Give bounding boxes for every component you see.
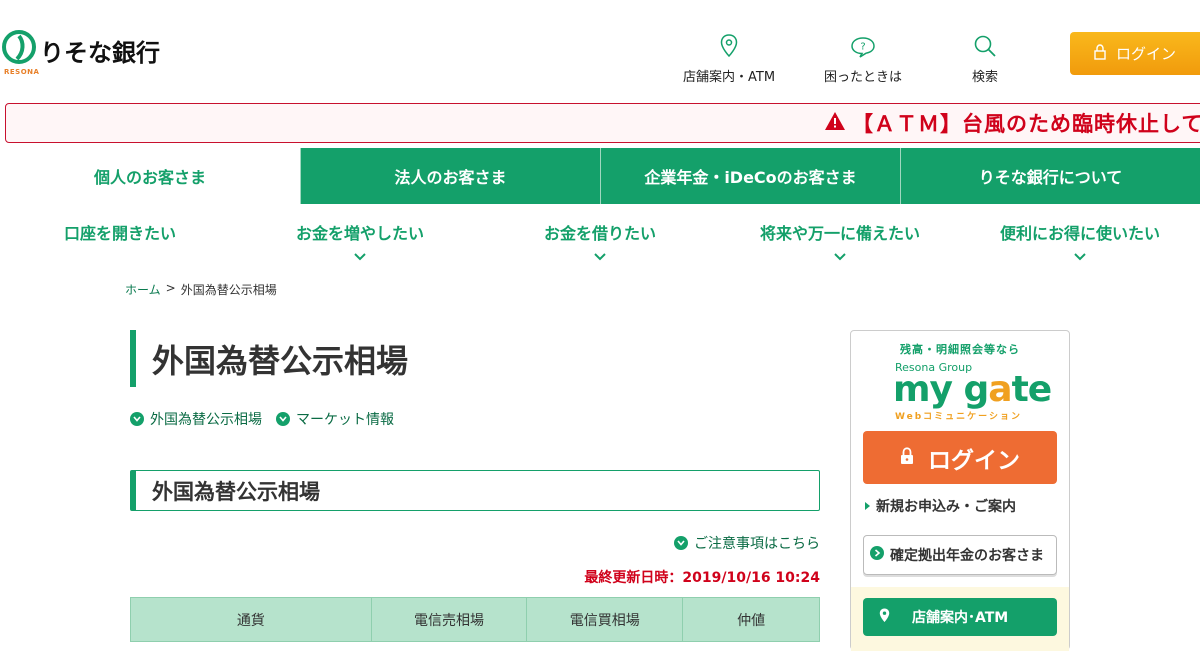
subnav-label: 将来や万一に備えたい [759, 224, 921, 243]
mygate-logo: my gate [893, 369, 1052, 410]
subnav-label: お金を増やしたい [295, 224, 425, 243]
subnav-convenient-use[interactable]: 便利にお得に使いたい [1000, 220, 1160, 265]
mygate-login-button[interactable]: ログイン [863, 431, 1057, 484]
page-title: 外国為替公示相場 [130, 330, 408, 387]
subnav-label: 便利にお得に使いたい [999, 224, 1161, 243]
header-nav-label: 困ったときは [824, 70, 903, 85]
breadcrumb-separator: > [165, 281, 176, 295]
subnav-borrow-money[interactable]: お金を借りたい [544, 220, 656, 265]
sidebar-store-atm-button[interactable]: 店舗案内･ATM [863, 598, 1057, 636]
notice-link[interactable]: ご注意事項はこちら [674, 533, 820, 553]
breadcrumb-current: 外国為替公示相場 [180, 283, 277, 297]
column-header-mid: 仲値 [682, 597, 820, 642]
column-header-ttb: 電信買相場 [526, 597, 684, 642]
chevron-down-icon [1074, 246, 1086, 265]
header-nav-label: 検索 [972, 70, 999, 85]
tab-corporate[interactable]: 法人のお客さま [300, 148, 600, 204]
chevron-down-icon [354, 246, 366, 265]
chevron-down-circle-icon [130, 412, 144, 426]
section-title: 外国為替公示相場 [130, 470, 820, 511]
anchor-link-fx-rates[interactable]: 外国為替公示相場 [130, 409, 262, 429]
search-icon [973, 28, 997, 58]
warning-icon [824, 111, 846, 135]
tab-personal[interactable]: 個人のお客さま [0, 148, 300, 204]
header-nav-search[interactable]: 検索 [972, 28, 998, 85]
site-header: りそな銀行 RESONA 店舗案内・ATM ? 困ったときは 検索 ログイン [0, 0, 1200, 100]
mygate-apply-link[interactable]: 新規お申込み・ご案内 [865, 496, 1016, 516]
lock-icon [900, 445, 914, 471]
header-login-button[interactable]: ログイン [1070, 32, 1200, 75]
mygate-login-label: ログイン [928, 447, 1020, 474]
arrow-right-circle-icon [870, 546, 884, 564]
subnav-prepare-future[interactable]: 将来や万一に備えたい [760, 220, 920, 265]
map-pin-icon [720, 28, 738, 58]
last-updated: 最終更新日時：2019/10/16 10:24 [584, 570, 820, 586]
subnav-open-account[interactable]: 口座を開きたい [64, 220, 176, 244]
header-nav-help[interactable]: ? 困ったときは [824, 28, 902, 85]
header-nav-label: 店舗案内・ATM [683, 70, 776, 85]
mygate-subtitle: Webコミュニケーション [895, 412, 1022, 422]
pension-customer-button[interactable]: 確定拠出年金のお客さま [863, 535, 1057, 575]
column-header-currency: 通貨 [130, 597, 372, 642]
pension-customer-label: 確定拠出年金のお客さま [890, 548, 1044, 564]
tab-about[interactable]: りそな銀行について [900, 148, 1200, 204]
svg-text:?: ? [860, 42, 865, 53]
breadcrumb: ホーム > 外国為替公示相場 [125, 281, 277, 298]
mygate-tagline: 残高・明細照会等なら [900, 343, 1020, 356]
anchor-link-market-info[interactable]: マーケット情報 [276, 409, 394, 429]
main-nav: 個人のお客さま 法人のお客さま 企業年金・iDeCoのお客さま りそな銀行につい… [0, 148, 1200, 204]
resona-logo-mark-icon [2, 30, 36, 64]
subnav-label: 口座を開きたい [63, 224, 177, 243]
sub-nav: 口座を開きたい お金を増やしたい お金を借りたい 将来や万一に備えたい 便利にお… [0, 220, 1200, 261]
header-nav-store-atm[interactable]: 店舗案内・ATM [683, 28, 775, 85]
notice-link-label: ご注意事項はこちら [694, 536, 820, 552]
breadcrumb-home-link[interactable]: ホーム [125, 281, 161, 298]
chevron-down-circle-icon [276, 412, 290, 426]
help-bubble-icon: ? [850, 28, 876, 58]
chevron-down-icon [594, 246, 606, 265]
store-atm-section: 店舗案内･ATM [851, 587, 1069, 651]
column-header-tts: 電信売相場 [370, 597, 528, 642]
mygate-apply-label: 新規お申込み・ご案内 [876, 499, 1016, 515]
pension-section: 確定拠出年金のお客さま [851, 527, 1069, 587]
login-label: ログイン [1115, 45, 1176, 63]
chevron-down-icon [834, 246, 846, 265]
lock-icon [1094, 43, 1106, 64]
subnav-label: お金を借りたい [543, 224, 657, 243]
fx-rate-table: 通貨 電信売相場 電信買相場 仲値 [130, 597, 820, 642]
subnav-grow-money[interactable]: お金を増やしたい [296, 220, 424, 265]
alert-text: 【ＡＴＭ】台風のため臨時休止して [852, 112, 1200, 136]
anchor-label: 外国為替公示相場 [150, 412, 262, 428]
anchor-label: マーケット情報 [296, 412, 394, 428]
sidebar-store-atm-label: 店舗案内･ATM [912, 610, 1009, 626]
alert-banner[interactable]: 【ＡＴＭ】台風のため臨時休止して [5, 103, 1200, 143]
resona-logo[interactable]: りそな銀行 RESONA [2, 30, 160, 76]
mygate-sidebar: 残高・明細照会等なら Resona Group my gate Webコミュニケ… [850, 330, 1070, 651]
logo-subtext: RESONA [4, 68, 40, 76]
anchor-links: 外国為替公示相場 マーケット情報 [130, 409, 394, 429]
caret-right-icon [865, 498, 870, 514]
map-pin-icon [879, 608, 890, 627]
logo-text: りそな銀行 [40, 39, 160, 67]
tab-pension-ideco[interactable]: 企業年金・iDeCoのお客さま [600, 148, 900, 204]
chevron-down-circle-icon [674, 536, 688, 550]
